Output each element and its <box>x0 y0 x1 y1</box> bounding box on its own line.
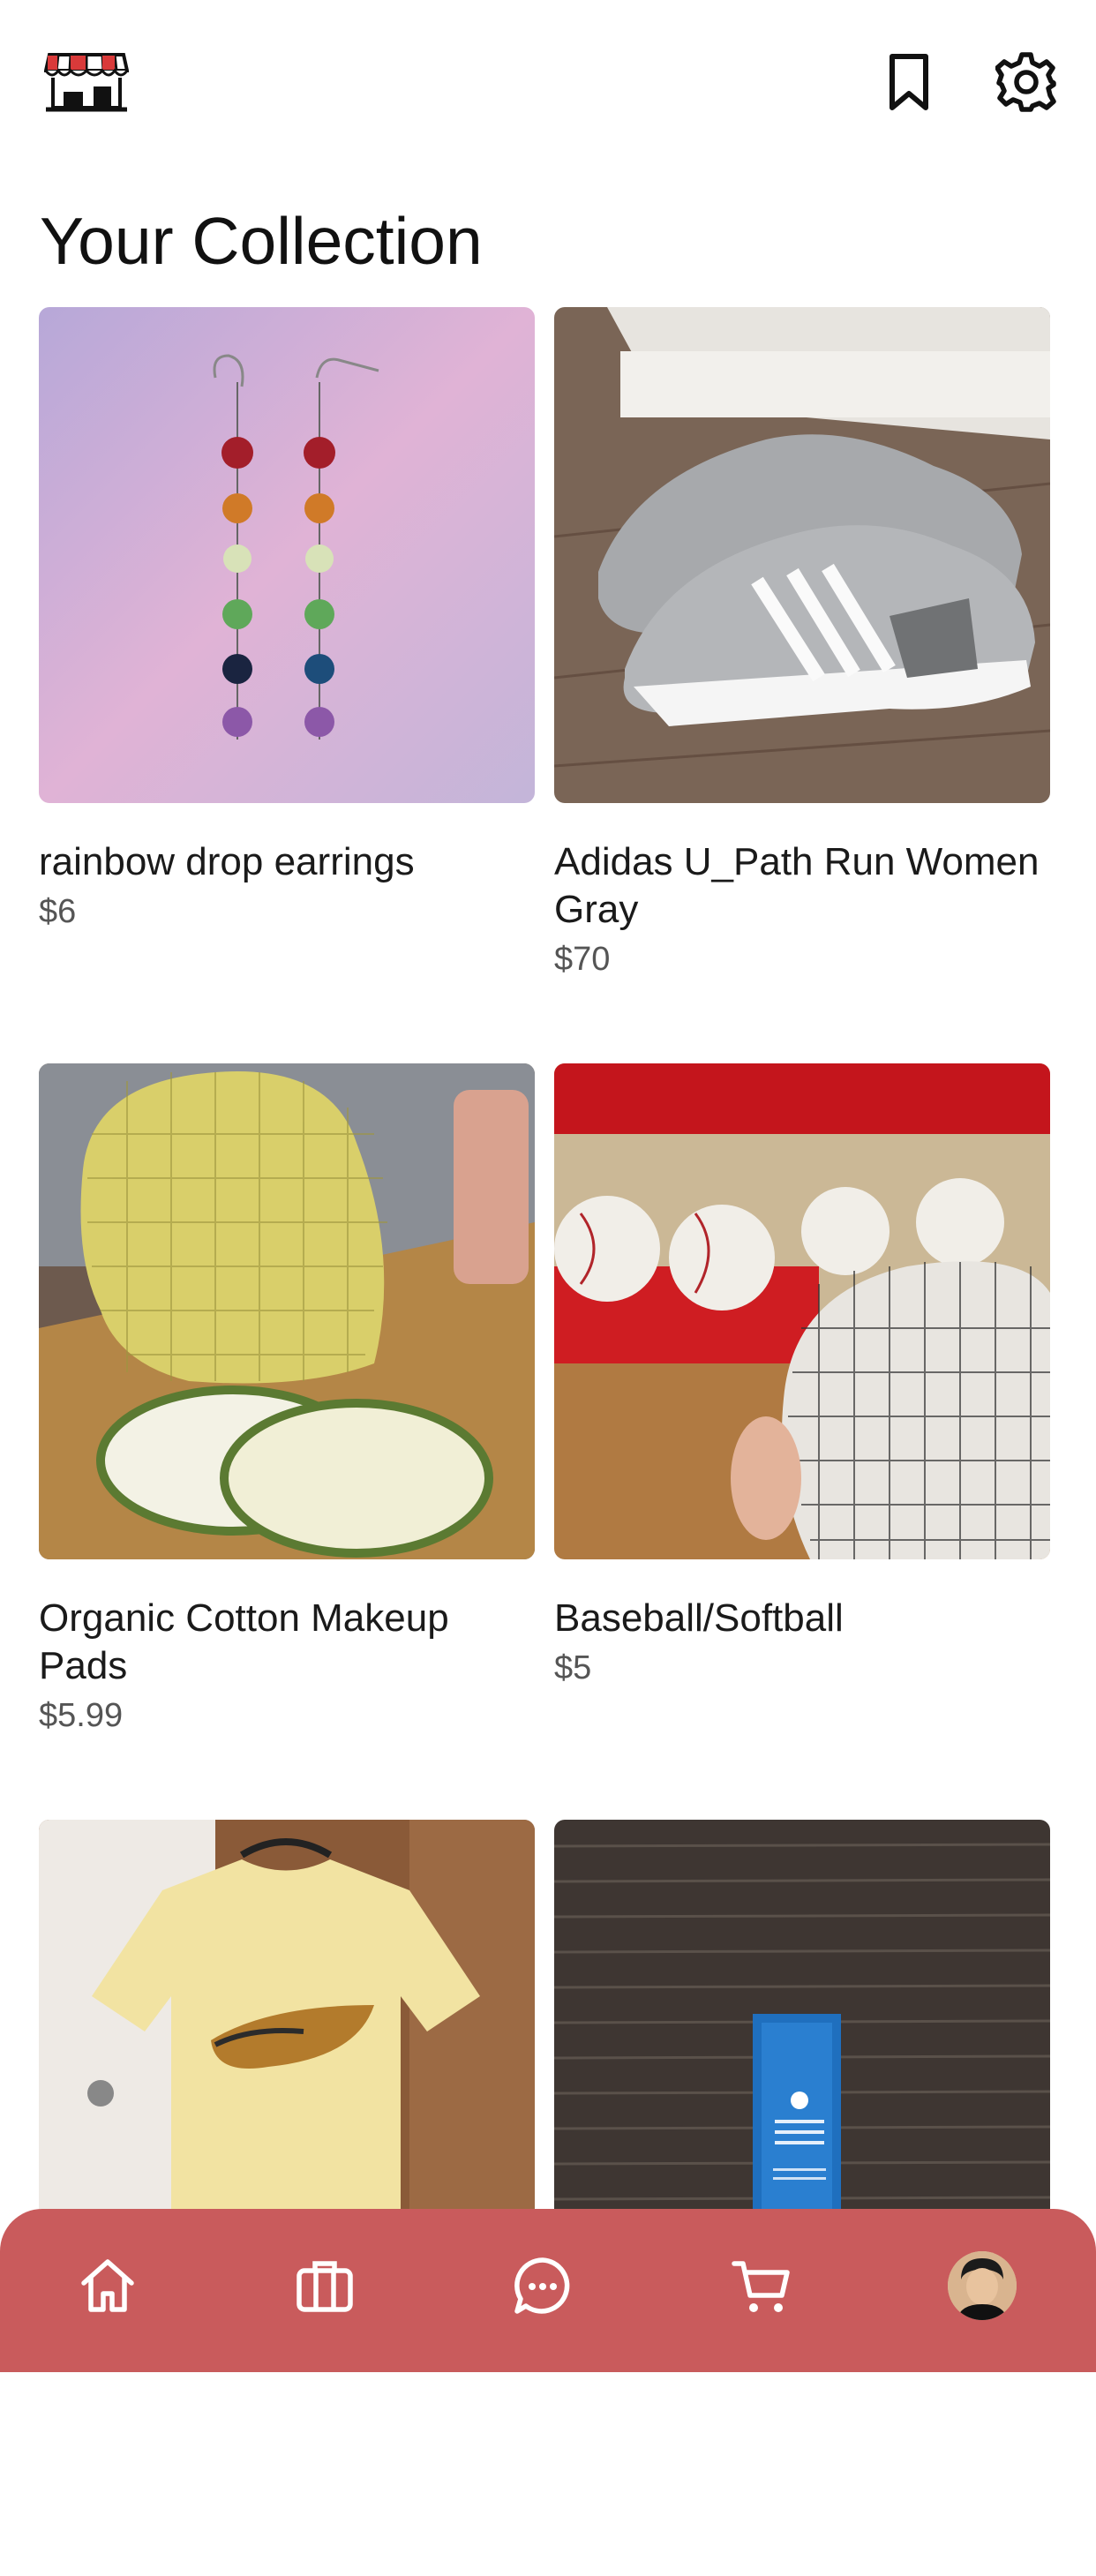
storefront-icon[interactable] <box>43 51 130 113</box>
gear-icon[interactable] <box>995 51 1057 113</box>
product-name: Adidas U_Path Run Women Gray <box>554 840 1040 931</box>
product-price: $5 <box>554 1649 592 1686</box>
product-card[interactable] <box>554 1820 1050 2576</box>
cart-icon[interactable] <box>722 2246 801 2325</box>
bookmark-icon[interactable] <box>878 51 940 113</box>
product-image-sneakers <box>554 307 1050 803</box>
chat-icon[interactable] <box>503 2246 582 2325</box>
product-image-makeup-pads <box>39 1063 535 1559</box>
product-name: Organic Cotton Makeup Pads <box>39 1596 449 1687</box>
product-name: rainbow drop earrings <box>39 840 415 883</box>
product-card[interactable]: Adidas U_Path Run Women Gray $70 <box>554 307 1050 1063</box>
avatar[interactable] <box>948 2251 1017 2320</box>
product-price: $70 <box>554 941 611 978</box>
product-name: Baseball/Softball <box>554 1596 844 1640</box>
product-image-baseballs <box>554 1063 1050 1559</box>
product-card[interactable]: rainbow drop earrings $6 <box>39 307 535 1063</box>
bottom-nav <box>0 2209 1096 2372</box>
product-card[interactable] <box>39 1820 535 2576</box>
briefcase-icon[interactable] <box>285 2246 364 2325</box>
product-card[interactable]: Organic Cotton Makeup Pads $5.99 <box>39 1063 535 1820</box>
page-title: Your Collection <box>40 204 483 278</box>
product-card[interactable]: Baseball/Softball $5 <box>554 1063 1050 1820</box>
product-image-earrings <box>39 307 535 803</box>
product-price: $6 <box>39 893 77 930</box>
product-price: $5.99 <box>39 1697 124 1734</box>
top-bar <box>0 0 1096 168</box>
home-icon[interactable] <box>68 2246 147 2325</box>
